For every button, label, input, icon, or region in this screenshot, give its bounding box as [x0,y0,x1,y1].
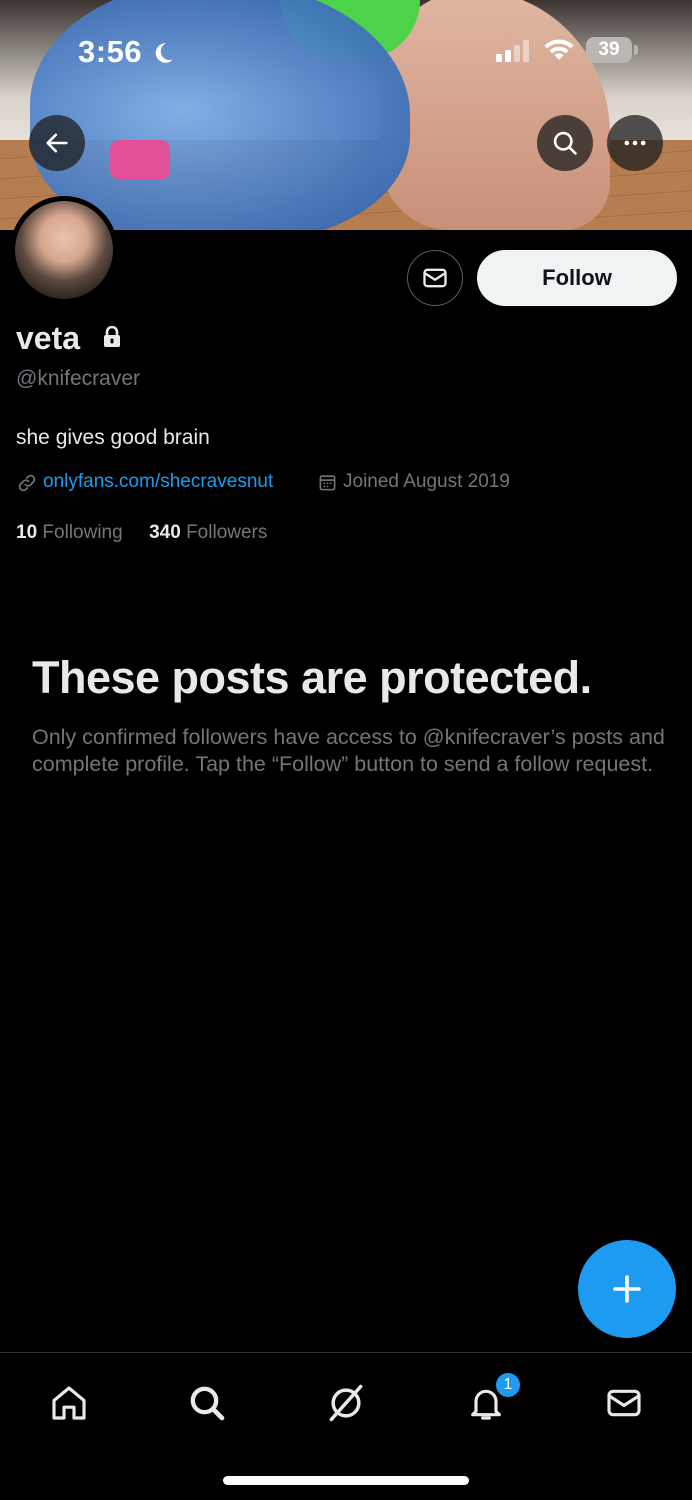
plus-icon [613,1275,641,1303]
battery-cap [634,45,638,55]
profile-bio: she gives good brain [16,426,210,449]
more-horizontal-icon [624,140,646,146]
grok-icon [329,1384,363,1422]
battery-indicator: 39 [586,37,632,63]
envelope-icon [607,1389,641,1417]
home-indicator[interactable] [223,1476,469,1485]
avatar[interactable] [10,196,118,304]
avatar-image [15,201,113,299]
follow-stats: 10 Following 340 Followers [16,522,267,544]
tab-home[interactable] [41,1375,97,1431]
tab-grok[interactable] [318,1375,374,1431]
tab-explore[interactable] [179,1375,235,1431]
search-icon [190,1386,225,1421]
profile-website-link[interactable]: onlyfans.com/shecravesnut [43,471,273,493]
search-button[interactable] [537,115,593,171]
envelope-icon [423,268,447,288]
direct-message-button[interactable] [407,250,463,306]
banner-bag-item [110,140,170,180]
compose-button[interactable] [578,1240,676,1338]
followers-link[interactable]: 340 Followers [149,522,267,543]
followers-count: 340 [149,522,181,543]
joined-date: Joined August 2019 [343,471,510,492]
more-options-button[interactable] [607,115,663,171]
followers-label: Followers [186,522,268,543]
status-time: 3:56 [78,34,143,69]
profile-handle: @knifecraver [16,367,141,390]
profile-name: veta [16,320,81,356]
notifications-badge: 1 [494,1371,522,1399]
tab-messages[interactable] [596,1375,652,1431]
cellular-signal-icon [496,40,532,67]
following-label: Following [42,522,123,543]
following-count: 10 [16,522,38,543]
arrow-left-icon [46,133,68,153]
moon-icon [150,40,176,71]
calendar-icon [318,473,337,497]
protected-title: These posts are protected. [32,652,592,703]
back-button[interactable] [29,115,85,171]
follow-button[interactable]: Follow [477,250,677,306]
home-icon [52,1386,86,1420]
lock-icon [102,325,122,353]
status-bar: 3:56 39 [0,30,692,74]
wifi-icon [543,38,575,67]
search-icon [553,131,577,155]
protected-description: Only confirmed followers have access to … [32,725,665,776]
link-icon [17,473,37,498]
following-link[interactable]: 10 Following [16,522,123,543]
